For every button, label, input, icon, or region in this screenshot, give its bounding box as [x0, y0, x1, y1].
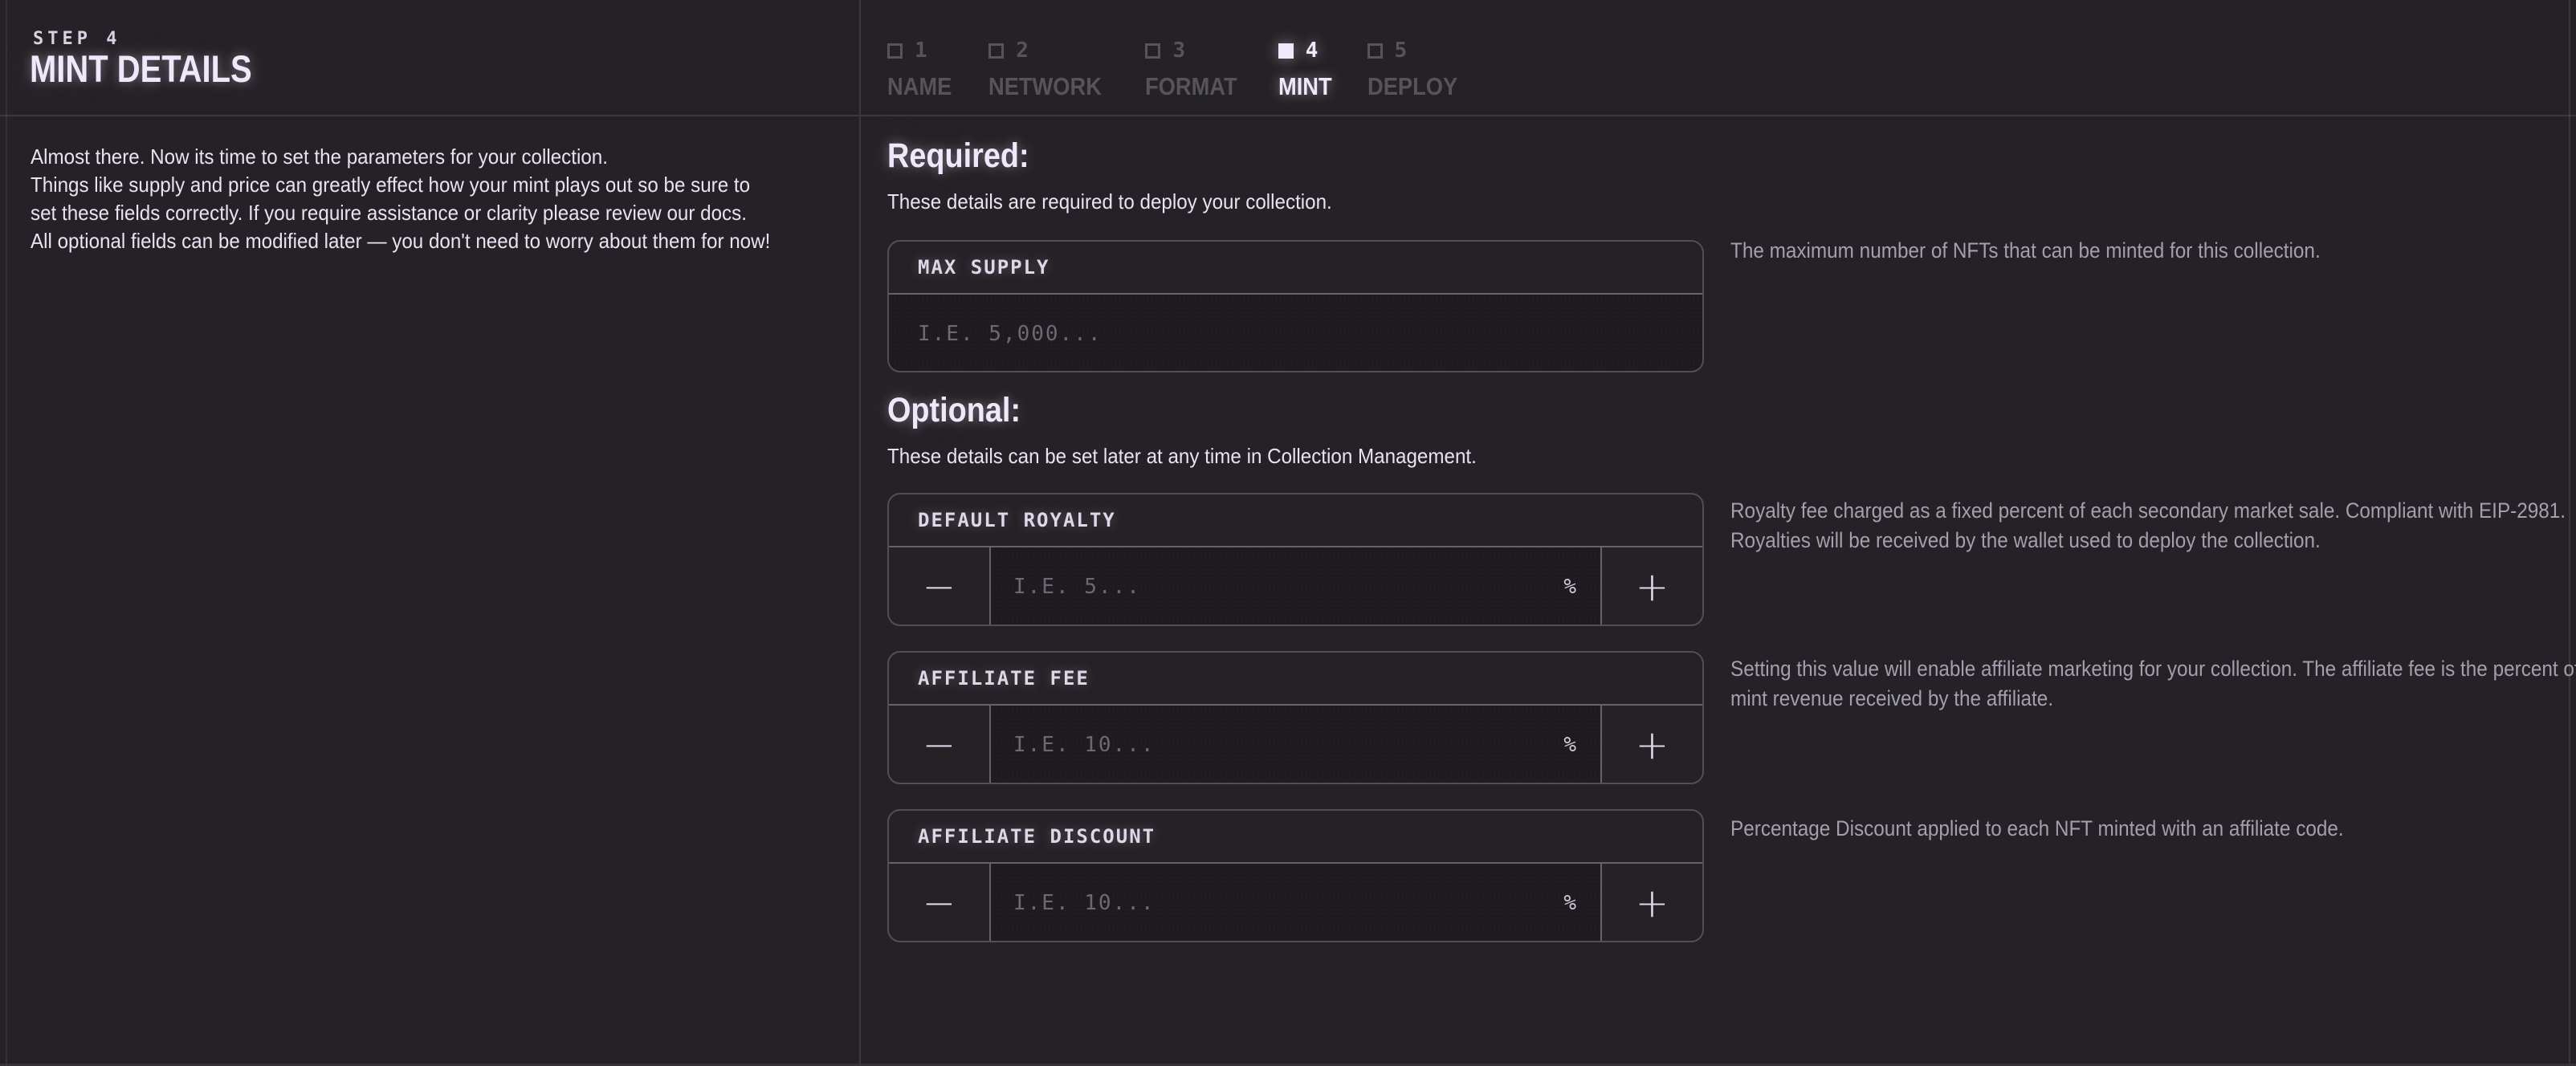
- decrement-button[interactable]: −: [889, 706, 991, 783]
- plus-icon: +: [1636, 880, 1669, 926]
- decrement-button[interactable]: −: [889, 547, 991, 625]
- step-checkbox-icon: [988, 43, 1004, 59]
- step-number: 3: [1172, 39, 1185, 63]
- affiliate-discount-helper: Percentage Discount applied to each NFT …: [1730, 814, 2576, 844]
- field-label: AFFILIATE FEE: [918, 667, 1090, 690]
- left-frame-line: [6, 0, 7, 1066]
- minus-icon: −: [923, 564, 956, 610]
- step-item-format[interactable]: 3 FORMAT: [1145, 39, 1249, 101]
- intro-copy: Almost there. Now its time to set the pa…: [31, 143, 826, 255]
- max-supply-field: MAX SUPPLY: [887, 240, 1704, 372]
- plus-icon: +: [1636, 564, 1669, 610]
- affiliate-discount-field: AFFILIATE DISCOUNT − % +: [887, 809, 1704, 942]
- optional-subtext: These details can be set later at any ti…: [887, 444, 1477, 469]
- step-label: NAME: [887, 72, 952, 101]
- mint-details-page: STEP 4 MINT DETAILS 1 NAME 2 NETWORK 3 F…: [0, 0, 2576, 1066]
- increment-button[interactable]: +: [1600, 706, 1702, 783]
- affiliate-fee-field: AFFILIATE FEE − % +: [887, 651, 1704, 784]
- page-title: MINT DETAILS: [30, 47, 252, 91]
- step-checkbox-icon: [1145, 43, 1160, 59]
- step-checkbox-filled-icon: [1278, 43, 1294, 59]
- increment-button[interactable]: +: [1600, 864, 1702, 942]
- default-royalty-field: DEFAULT ROYALTY − % +: [887, 493, 1704, 626]
- field-label: MAX SUPPLY: [918, 256, 1050, 279]
- max-supply-input[interactable]: [889, 295, 1702, 372]
- header-divider: [0, 115, 2576, 116]
- step-label: DEPLOY: [1367, 72, 1457, 101]
- decrement-button[interactable]: −: [889, 864, 991, 942]
- step-item-deploy[interactable]: 5 DEPLOY: [1367, 39, 1469, 101]
- step-item-network[interactable]: 2 NETWORK: [988, 39, 1117, 101]
- intro-line: All optional fields can be modified late…: [31, 227, 770, 255]
- step-number: 4: [1306, 39, 1319, 63]
- plus-icon: +: [1636, 722, 1669, 768]
- step-number: 1: [915, 39, 927, 63]
- field-label: AFFILIATE DISCOUNT: [918, 825, 1156, 848]
- intro-line: set these fields correctly. If you requi…: [31, 199, 770, 227]
- field-label-row: AFFILIATE FEE: [889, 653, 1702, 706]
- step-number: 2: [1016, 39, 1029, 63]
- minus-icon: −: [923, 722, 956, 768]
- wizard-stepper: 1 NAME 2 NETWORK 3 FORMAT 4 MINT 5 DEPLO…: [887, 39, 1469, 101]
- panel-divider: [859, 0, 861, 1066]
- step-label: FORMAT: [1145, 72, 1237, 101]
- percent-unit: %: [1563, 575, 1576, 599]
- step-item-name[interactable]: 1 NAME: [887, 39, 960, 101]
- step-label: MINT: [1278, 72, 1332, 101]
- step-item-mint[interactable]: 4 MINT: [1278, 39, 1339, 101]
- intro-line: Things like supply and price can greatly…: [31, 171, 770, 199]
- affiliate-fee-helper: Setting this value will enable affiliate…: [1730, 654, 2576, 714]
- default-royalty-input[interactable]: [1012, 574, 1552, 600]
- percent-unit: %: [1563, 891, 1576, 915]
- percent-unit: %: [1563, 733, 1576, 757]
- step-label: NETWORK: [988, 72, 1102, 101]
- required-heading: Required:: [887, 136, 1029, 176]
- field-label-row: AFFILIATE DISCOUNT: [889, 811, 1702, 864]
- optional-heading: Optional:: [887, 391, 1021, 430]
- increment-button[interactable]: +: [1600, 547, 1702, 625]
- field-label: DEFAULT ROYALTY: [918, 509, 1116, 531]
- required-subtext: These details are required to deploy you…: [887, 189, 1332, 214]
- intro-line: Almost there. Now its time to set the pa…: [31, 143, 770, 171]
- step-checkbox-icon: [887, 43, 903, 59]
- step-number: 5: [1395, 39, 1408, 63]
- step-checkbox-icon: [1367, 43, 1383, 59]
- minus-icon: −: [923, 880, 956, 926]
- field-label-row: DEFAULT ROYALTY: [889, 494, 1702, 547]
- max-supply-helper: The maximum number of NFTs that can be m…: [1730, 236, 2576, 266]
- field-label-row: MAX SUPPLY: [889, 242, 1702, 295]
- affiliate-discount-input[interactable]: [1012, 890, 1552, 916]
- default-royalty-helper: Royalty fee charged as a fixed percent o…: [1730, 496, 2576, 555]
- affiliate-fee-input[interactable]: [1012, 732, 1552, 758]
